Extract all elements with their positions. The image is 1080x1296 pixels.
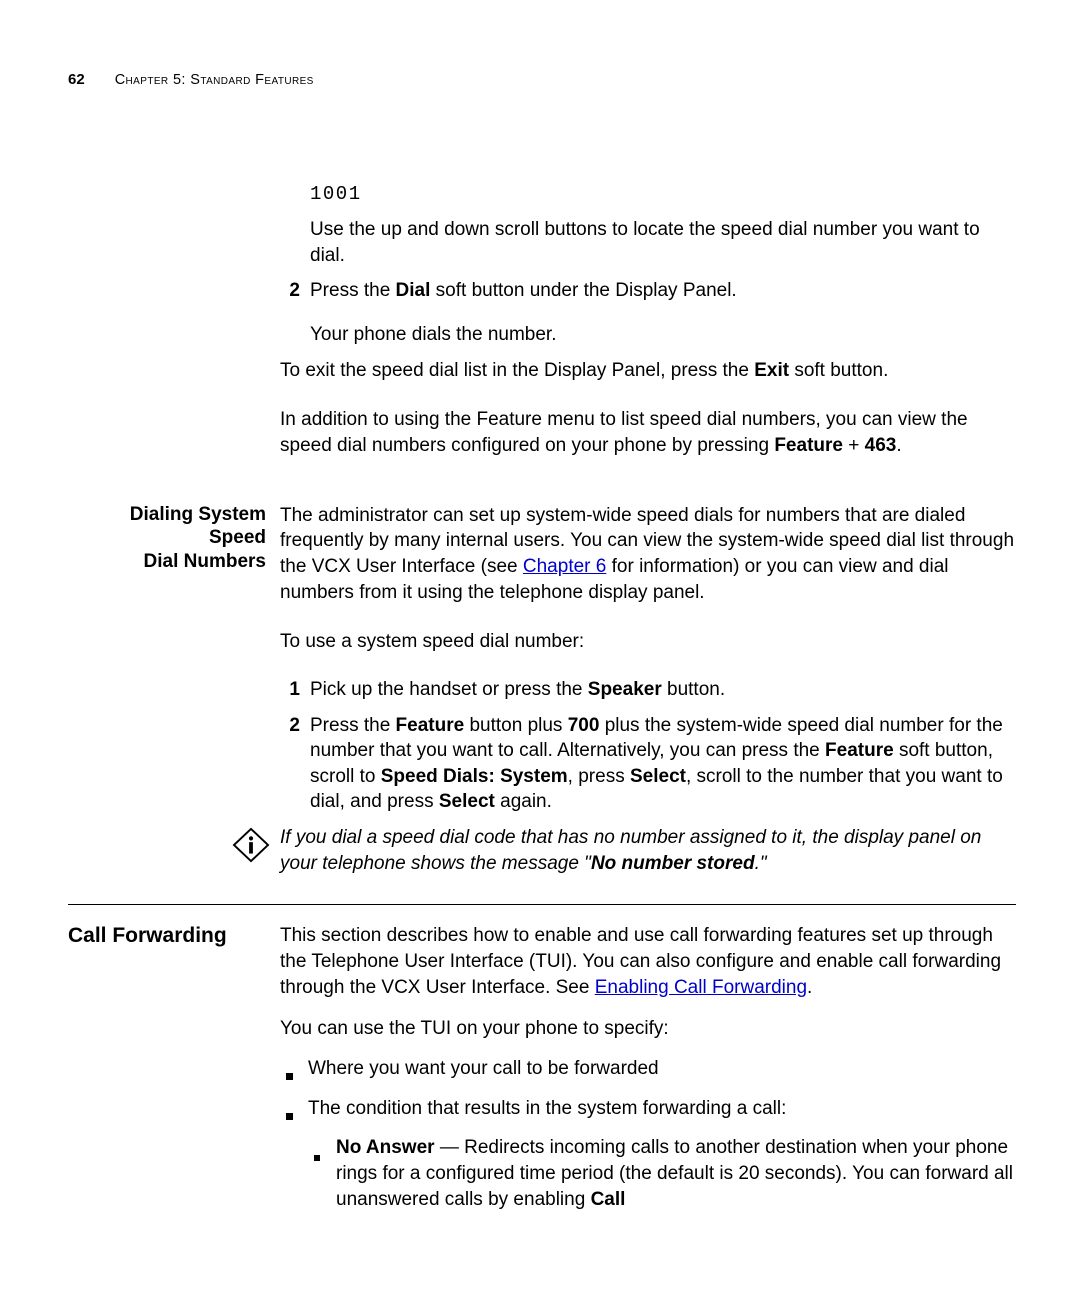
bullet1-text: Where you want your call to be forwarded [308, 1058, 659, 1079]
step-number: 1 [280, 677, 310, 703]
bullet-where-forward: Where you want your call to be forwarded [280, 1056, 1016, 1088]
square-bullet-icon [286, 1073, 293, 1080]
dialing-heading-line1: Dialing System Speed [68, 503, 266, 551]
step2-result: Your phone dials the number. [310, 324, 556, 345]
call-fwd-p1: This section describes how to enable and… [280, 925, 1001, 997]
page-number: 62 [68, 70, 85, 90]
bullet-condition: The condition that results in the system… [280, 1096, 1016, 1128]
chapter-6-link[interactable]: Chapter 6 [523, 556, 606, 577]
dialing-p1: The administrator can set up system-wide… [280, 505, 1014, 603]
scroll-instruction: Use the up and down scroll buttons to lo… [310, 219, 980, 266]
page: 62 Chapter 5: Standard Features 1001 Use… [0, 0, 1080, 1296]
dialing-heading-line2: Dial Numbers [68, 550, 266, 574]
square-bullet-icon [314, 1155, 320, 1161]
bullet2-text: The condition that results in the system… [308, 1098, 786, 1119]
call-forwarding-heading: Call Forwarding [68, 923, 266, 949]
no-number-stored-note: If you dial a speed dial code that has n… [280, 827, 981, 874]
section-separator [68, 904, 1016, 905]
step-number: 2 [280, 278, 310, 312]
dialing-step-2: 2 Press the Feature button plus 700 plus… [280, 713, 1016, 816]
dialing-p2: To use a system speed dial number: [280, 631, 584, 652]
exit-instruction: To exit the speed dial list in the Displ… [280, 360, 888, 381]
dialing-step2-text: Press the Feature button plus 700 plus t… [310, 715, 1003, 813]
sub-bullet-no-answer: No Answer — Redirects incoming calls to … [308, 1135, 1016, 1212]
chapter-title: Chapter 5: Standard Features [115, 71, 314, 91]
speed-dial-note-row: If you dial a speed dial code that has n… [68, 825, 1016, 876]
top-content-row: 1001 Use the up and down scroll buttons … [68, 181, 1016, 469]
running-header: 62 Chapter 5: Standard Features [68, 70, 1016, 91]
call-forwarding-section: Call Forwarding This section describes h… [68, 923, 1016, 1220]
enabling-call-forwarding-link[interactable]: Enabling Call Forwarding [595, 977, 807, 998]
dialing-system-speed-section: Dialing System Speed Dial Numbers The ad… [68, 503, 1016, 821]
feature-463-note: In addition to using the Feature menu to… [280, 409, 968, 456]
dialing-step1-text: Pick up the handset or press the Speaker… [310, 679, 725, 700]
no-answer-text: No Answer — Redirects incoming calls to … [336, 1137, 1013, 1209]
call-fwd-p2: You can use the TUI on your phone to spe… [280, 1018, 669, 1039]
square-bullet-icon [286, 1113, 293, 1120]
info-icon [232, 827, 270, 863]
step-2: 2 Press the Dial soft button under the D… [280, 278, 1016, 312]
step2-text: Press the Dial soft button under the Dis… [310, 280, 737, 301]
code-sample: 1001 [310, 183, 362, 205]
step-number: 2 [280, 713, 310, 816]
dialing-step-1: 1 Pick up the handset or press the Speak… [280, 677, 1016, 703]
